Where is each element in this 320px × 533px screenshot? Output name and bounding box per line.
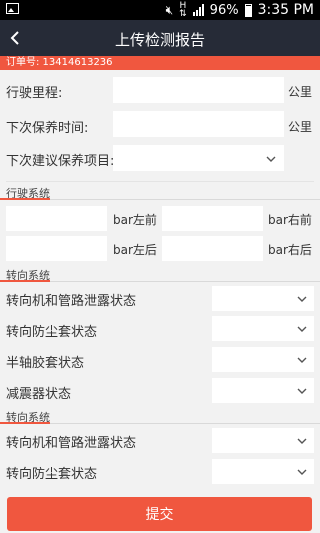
status-bar: 🔇︎ H ⇅ 96% 3:35 PM — [0, 0, 320, 20]
chevron-down-icon — [297, 469, 307, 475]
tire-rear-right-input[interactable] — [162, 236, 263, 261]
mileage-input[interactable] — [113, 77, 284, 103]
mileage-label: 行驶里程: — [6, 86, 63, 101]
battery-icon — [244, 3, 252, 17]
steering-item-label: 减震器状态 — [6, 387, 72, 402]
order-number-bar: 订单号: 13414613236 — [0, 56, 320, 70]
steering-item-label: 转向防尘套状态 — [6, 325, 98, 340]
steering-item-label: 半轴胶套状态 — [6, 356, 85, 371]
steering-item-select[interactable] — [212, 459, 314, 484]
suggest-items-label: 下次建议保养项目: — [6, 154, 115, 169]
steering-item-select[interactable] — [212, 286, 314, 311]
steering-item-select[interactable] — [212, 347, 314, 372]
tire-rear-left-label: bar左后 — [113, 243, 157, 257]
next-maintenance-label: 下次保养时间: — [6, 121, 89, 136]
network-type-icon: H ⇅ — [179, 1, 187, 19]
clock: 3:35 PM — [257, 2, 314, 18]
section-steering-system-2: 转向系统 — [0, 408, 320, 424]
tire-rear-right-label: bar右后 — [268, 243, 312, 257]
steering-item-select[interactable] — [212, 316, 314, 341]
tire-front-left-label: bar左前 — [113, 213, 157, 227]
steering-item-select[interactable] — [212, 428, 314, 453]
next-maintenance-unit: 公里 — [288, 120, 313, 134]
battery-percent: 96% — [209, 2, 239, 18]
tire-front-right-input[interactable] — [162, 206, 263, 231]
section-steering-system: 转向系统 — [0, 266, 320, 282]
tire-front-right-label: bar右前 — [268, 213, 312, 227]
next-maintenance-input[interactable] — [113, 111, 284, 137]
tire-rear-left-input[interactable] — [6, 236, 107, 261]
steering-item-label: 转向防尘套状态 — [6, 467, 98, 482]
steering-item-label: 转向机和管路泄露状态 — [6, 436, 137, 451]
suggest-items-select[interactable] — [113, 145, 284, 171]
chevron-down-icon — [297, 326, 307, 332]
image-notification-icon — [6, 3, 19, 14]
mileage-unit: 公里 — [288, 85, 313, 99]
chevron-down-icon — [297, 388, 307, 394]
chevron-down-icon — [297, 296, 307, 302]
chevron-down-icon — [297, 357, 307, 363]
steering-item-label: 转向机和管路泄露状态 — [6, 294, 137, 309]
divider — [6, 181, 314, 182]
signal-icon — [192, 4, 204, 16]
steering-item-select[interactable] — [212, 378, 314, 403]
title-bar: 上传检测报告 — [0, 20, 320, 56]
section-driving-system: 行驶系统 — [0, 184, 320, 200]
chevron-down-icon — [266, 156, 276, 162]
chevron-down-icon — [297, 438, 307, 444]
mute-icon: 🔇︎ — [165, 2, 174, 17]
tire-front-left-input[interactable] — [6, 206, 107, 231]
status-icons: 🔇︎ H ⇅ 96% 3:35 PM — [165, 1, 314, 19]
page-title: 上传检测报告 — [114, 31, 205, 49]
submit-button[interactable]: 提交 — [7, 497, 312, 531]
